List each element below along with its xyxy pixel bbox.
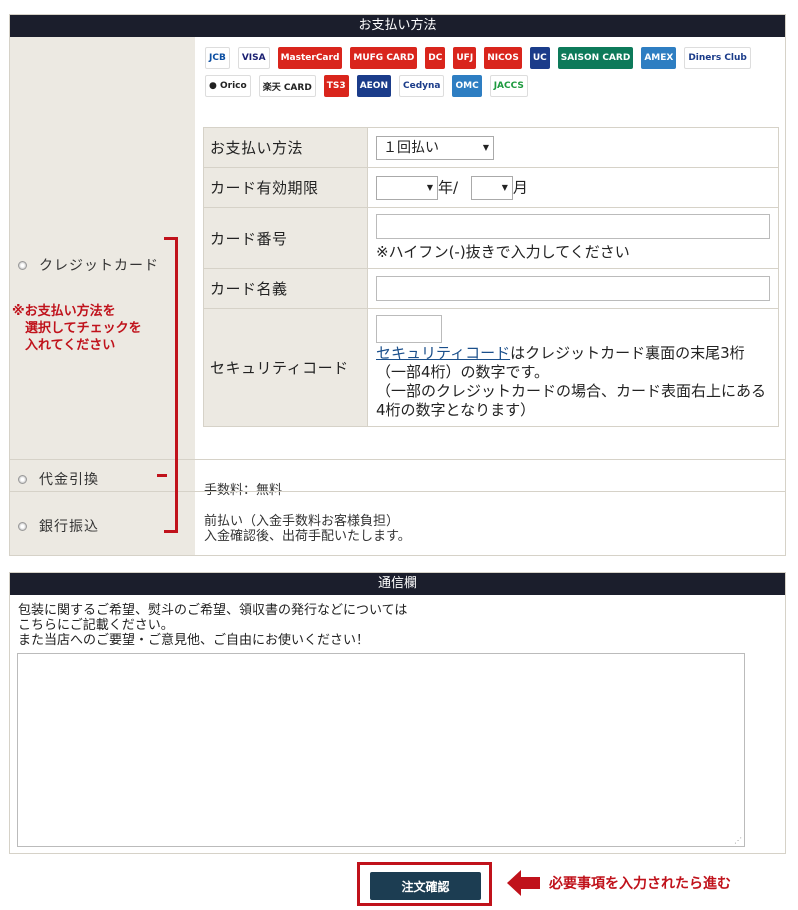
omc-logo: OMC bbox=[452, 75, 482, 97]
bank-note-1: 前払い（入金手数料お客様負担） bbox=[204, 514, 400, 529]
message-line-1: 包装に関するご希望、熨斗のご希望、領収書の発行などについては bbox=[18, 603, 408, 618]
message-section: 通信欄 包装に関するご希望、熨斗のご希望、領収書の発行などについては こちらにご… bbox=[9, 572, 786, 854]
card-holder-label: カード名義 bbox=[203, 268, 368, 309]
nicos-logo: NICOS bbox=[484, 47, 522, 69]
expiry-month-suffix: 月 bbox=[512, 178, 528, 196]
dc-logo: DC bbox=[425, 47, 446, 69]
bank-note-2: 入金確認後、出荷手配いたします。 bbox=[204, 529, 411, 544]
diners-club-logo: Diners Club bbox=[684, 47, 751, 69]
expiry-year-suffix: 年/ bbox=[438, 178, 459, 196]
card-number-label: カード番号 bbox=[203, 207, 368, 269]
uc-logo: UC bbox=[529, 47, 550, 69]
ufj-logo: UFJ bbox=[453, 47, 477, 69]
option-bank-transfer[interactable]: 銀行振込 bbox=[18, 516, 99, 536]
security-code-link[interactable]: セキュリティコード bbox=[376, 344, 510, 362]
chevron-down-icon: ▼ bbox=[426, 182, 433, 192]
message-line-3: また当店へのご要望・ご意見他、ご自由にお使いください！ bbox=[18, 633, 370, 648]
mastercard-logo: MasterCard bbox=[277, 47, 343, 69]
saison-card-logo: SAISON CARD bbox=[557, 47, 634, 69]
arrow-shaft bbox=[520, 877, 540, 889]
option-label: 代金引換 bbox=[39, 472, 99, 488]
radio-cod[interactable] bbox=[18, 474, 27, 484]
order-confirm-button[interactable]: 注文確認 bbox=[370, 872, 481, 900]
card-number-hint: ※ハイフン(-)抜きで入力してください bbox=[376, 243, 630, 261]
card-number-input[interactable] bbox=[376, 214, 770, 239]
option-label: クレジットカード bbox=[39, 258, 159, 274]
orico-logo: ● Orico bbox=[205, 75, 251, 97]
security-code-input[interactable] bbox=[376, 315, 442, 343]
chevron-down-icon: ▼ bbox=[482, 142, 489, 152]
arrow-left-icon bbox=[507, 870, 521, 896]
muji-card-logo: MUFG CARD bbox=[350, 47, 418, 69]
ts3-logo: TS3 bbox=[323, 75, 349, 97]
jaccs-logo: JACCS bbox=[489, 75, 528, 97]
security-code-label: セキュリティコード bbox=[203, 308, 368, 427]
radio-credit-card[interactable] bbox=[18, 260, 27, 270]
message-textarea[interactable]: ⋰ bbox=[17, 653, 745, 847]
amex-logo: AMEX bbox=[641, 47, 677, 69]
proceed-hint: 必要事項を入力されたら進む bbox=[549, 876, 731, 892]
message-line-2: こちらにご記載ください。 bbox=[18, 618, 174, 633]
installment-value: １回払い bbox=[383, 139, 439, 156]
payment-details-column: JCB VISA MasterCard MUFG CARD DC UFJ NICOS UC SA… bbox=[195, 37, 785, 555]
row-divider bbox=[10, 491, 785, 492]
card-holder-input[interactable] bbox=[376, 276, 770, 301]
aeon-logo: AEON bbox=[356, 75, 391, 97]
submit-highlight: 注文確認 bbox=[357, 862, 492, 906]
security-code-note: （一部のクレジットカードの場合、カード表面右上にある4桁の数字となります） bbox=[376, 382, 767, 419]
radio-bank-transfer[interactable] bbox=[18, 521, 27, 531]
chevron-down-icon: ▼ bbox=[501, 182, 508, 192]
resize-grip-icon[interactable]: ⋰ bbox=[734, 836, 742, 845]
payment-header: お支払い方法 bbox=[10, 15, 785, 37]
method-label: お支払い方法 bbox=[203, 127, 368, 168]
option-cod[interactable]: 代金引換 bbox=[18, 469, 99, 489]
rakuten-logo: 楽天 CARD bbox=[258, 75, 316, 97]
expiry-year-select[interactable]: ▼ bbox=[376, 175, 438, 200]
option-credit-card[interactable]: クレジットカード bbox=[18, 255, 159, 275]
message-header: 通信欄 bbox=[10, 573, 785, 595]
select-payment-note: ※お支払い方法を 選択してチェックを 入れてください bbox=[12, 304, 142, 353]
bracket-tick bbox=[157, 474, 167, 477]
payment-section: お支払い方法 JCB VISA MasterCard MUFG CARD DC UFJ NI… bbox=[9, 14, 786, 556]
message-instructions: 包装に関するご希望、熨斗のご希望、領収書の発行などについては こちらにご記載くだ… bbox=[18, 603, 407, 648]
credit-card-form: お支払い方法 １回払い ▼ カード有効期限 ▼ 年/ ▼ 月 カード番号 ※ハイ… bbox=[203, 127, 779, 427]
visa-logo: VISA bbox=[237, 47, 270, 69]
option-label: 銀行振込 bbox=[39, 519, 99, 535]
cedyna-logo: Cedyna bbox=[398, 75, 445, 97]
expiry-month-select[interactable]: ▼ bbox=[470, 175, 513, 200]
jcb-logo: JCB bbox=[205, 47, 230, 69]
installment-select[interactable]: １回払い ▼ bbox=[376, 135, 494, 160]
expiry-label: カード有効期限 bbox=[203, 167, 368, 208]
row-divider bbox=[10, 459, 785, 460]
card-logos: JCB VISA MasterCard MUFG CARD DC UFJ NICOS UC SA… bbox=[205, 47, 775, 97]
option-bracket bbox=[164, 237, 178, 533]
